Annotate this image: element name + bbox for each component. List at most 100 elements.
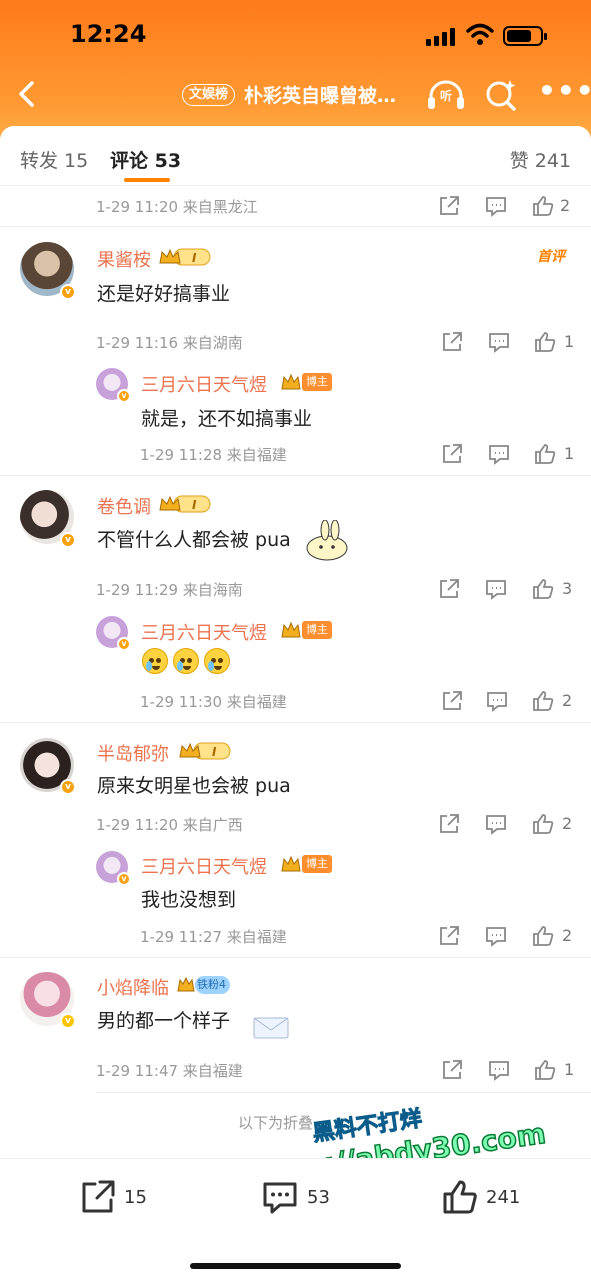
like-button[interactable] <box>534 1056 560 1084</box>
share-button[interactable] <box>441 440 467 468</box>
reply-username[interactable]: 三月六日天气煜 <box>141 619 267 645</box>
verified-badge: v <box>60 1013 76 1029</box>
tab-comments[interactable]: 评论 53 <box>110 146 181 173</box>
comment-text: 不管什么人都会被 pua <box>97 529 291 551</box>
comment-icon <box>489 1061 509 1081</box>
share-button[interactable] <box>441 328 467 356</box>
nav-bar: 文娱榜 朴彩英自曝曾被… 听 ••• <box>0 72 591 118</box>
comment-username[interactable]: 半岛郁弥 <box>97 740 169 766</box>
rabbit-sticker-icon <box>306 520 348 561</box>
reply-button[interactable] <box>486 687 512 715</box>
comment-meta: 1-29 11:16 来自湖南 1 <box>96 328 576 356</box>
cellular-signal-icon <box>426 28 456 46</box>
watermark-line1: 黑料不打烊 <box>311 1106 424 1147</box>
like-button[interactable] <box>532 687 558 715</box>
topic-badge[interactable]: 文娱榜 <box>182 84 236 106</box>
comment-icon <box>489 333 509 353</box>
comment-text: 还是好好搞事业 <box>97 283 231 305</box>
comment-text: 原来女明星也会被 pua <box>97 775 291 797</box>
verified-badge: v <box>117 872 131 886</box>
svg-text:I: I <box>192 498 197 512</box>
like-button[interactable] <box>532 922 558 950</box>
share-button[interactable] <box>438 922 464 950</box>
back-icon[interactable] <box>12 78 44 110</box>
like-button[interactable] <box>532 810 558 838</box>
crown-icon <box>281 855 301 872</box>
comment-username[interactable]: 小焰降临 <box>97 974 169 1000</box>
thumbs-up-icon <box>535 332 556 352</box>
share-icon <box>443 691 462 710</box>
like-count: 3 <box>562 579 573 598</box>
comment-icon <box>486 580 506 600</box>
share-icon <box>443 332 462 351</box>
reply-button[interactable] <box>485 922 511 950</box>
reply-meta: 1-29 11:30 来自福建 2 <box>140 687 576 715</box>
repost-action[interactable]: 15 <box>80 1179 160 1215</box>
comment-icon <box>489 445 509 465</box>
comment-text: 男的都一个样子 <box>97 1010 231 1032</box>
envelope-sticker-icon <box>253 1017 289 1039</box>
share-icon <box>440 926 459 945</box>
battery-icon <box>503 26 547 46</box>
thumbs-up-icon <box>535 444 556 464</box>
share-button[interactable] <box>438 810 464 838</box>
share-icon <box>440 814 459 833</box>
thumbs-up-icon <box>443 1180 477 1214</box>
like-button[interactable] <box>534 328 560 356</box>
wifi-icon <box>466 23 494 45</box>
listen-label: 听 <box>440 89 453 103</box>
like-button[interactable] <box>534 440 560 468</box>
like-button[interactable] <box>532 575 558 603</box>
comment-time-location: 1-29 11:29 来自海南 <box>96 581 243 599</box>
comment-username[interactable]: 卷色调 <box>97 493 151 519</box>
thumbs-up-icon <box>533 691 554 711</box>
reply-button[interactable] <box>485 810 511 838</box>
comment-icon <box>487 692 507 712</box>
crown-icon <box>281 373 301 390</box>
share-icon <box>440 196 459 215</box>
like-count: 2 <box>560 196 571 215</box>
comment-username[interactable]: 果酱桉 <box>97 246 151 272</box>
like-count: 2 <box>562 691 573 710</box>
reply-button[interactable] <box>488 328 514 356</box>
share-button[interactable] <box>441 1056 467 1084</box>
tab-likes[interactable]: 赞 241 <box>510 146 571 173</box>
share-button[interactable] <box>441 687 467 715</box>
thumbs-up-icon <box>533 926 554 946</box>
like-action[interactable]: 241 <box>442 1179 532 1215</box>
share-button[interactable] <box>438 575 464 603</box>
listen-button[interactable]: 听 <box>426 78 466 112</box>
comment-action[interactable]: 53 <box>262 1179 342 1215</box>
page-title: 朴彩英自曝曾被… <box>244 85 397 107</box>
reply-button[interactable] <box>488 440 514 468</box>
divider <box>0 475 591 476</box>
reply-username[interactable]: 三月六日天气煜 <box>141 853 267 879</box>
reply-meta: 1-29 11:28 来自福建 1 <box>140 440 576 468</box>
repost-count: 15 <box>124 1187 147 1208</box>
home-indicator <box>190 1263 401 1269</box>
blogger-badge: 博主 <box>302 373 332 391</box>
like-button[interactable] <box>532 192 558 220</box>
reply-button[interactable] <box>485 575 511 603</box>
folded-comments-note[interactable]: 以下为折叠 <box>238 1112 313 1133</box>
status-time: 12:24 <box>70 20 147 48</box>
divider <box>0 722 591 723</box>
reply-time-location: 1-29 11:27 来自福建 <box>140 928 287 946</box>
reply-text: 我也没想到 <box>141 889 237 911</box>
reply-username[interactable]: 三月六日天气煜 <box>141 371 267 397</box>
thumbs-up-icon <box>533 814 554 834</box>
verified-badge: v <box>60 779 76 795</box>
reply-button[interactable] <box>485 192 511 220</box>
like-count: 1 <box>564 444 575 463</box>
tab-repost[interactable]: 转发 15 <box>20 146 88 173</box>
reply-button[interactable] <box>488 1056 514 1084</box>
crown-vip-badge-icon: I <box>179 742 231 760</box>
comment-time-location: 1-29 11:20 来自黑龙江 <box>96 198 258 216</box>
comment-time-location: 1-29 11:20 来自广西 <box>96 816 243 834</box>
share-button[interactable] <box>438 192 464 220</box>
more-icon[interactable]: ••• <box>538 77 591 105</box>
search-icon[interactable] <box>484 78 518 112</box>
comment-icon <box>486 927 506 947</box>
reply-time-location: 1-29 11:28 来自福建 <box>140 446 287 464</box>
share-icon <box>443 444 462 463</box>
